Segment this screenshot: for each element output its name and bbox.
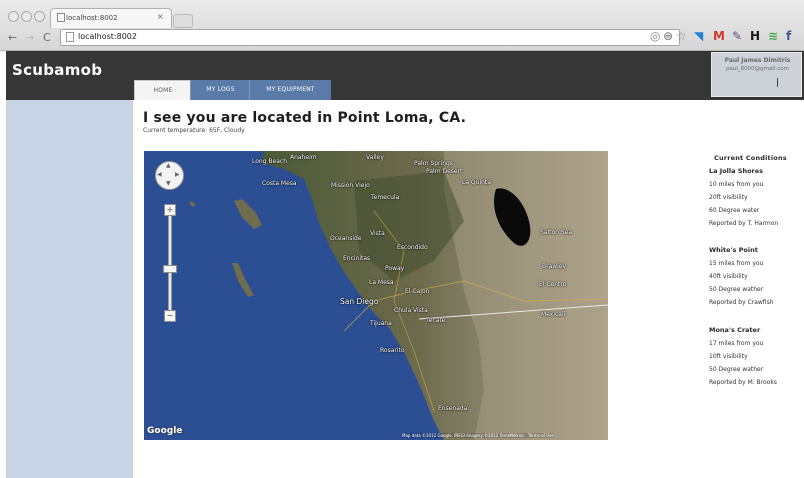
- dive-site-water-temp: 50 Degree wather: [709, 286, 764, 293]
- map-label: Chula Vista: [394, 307, 428, 314]
- google-logo: Google: [147, 426, 183, 436]
- close-window-icon[interactable]: [8, 11, 19, 22]
- map-label: Valley: [366, 154, 384, 161]
- dive-site-distance: 10 miles from you: [709, 181, 764, 188]
- dive-site-water-temp: 50 Degree wather: [709, 366, 764, 373]
- reload-icon[interactable]: C: [43, 31, 51, 44]
- h-icon[interactable]: H: [750, 29, 760, 43]
- tab-home[interactable]: HOME: [134, 80, 192, 101]
- map-label: Tijuana: [370, 320, 392, 327]
- map-label: Oceanside: [330, 235, 362, 242]
- dive-site-distance: 17 miles from you: [709, 340, 764, 347]
- dive-site-name[interactable]: La Jolla Shores: [709, 167, 763, 175]
- rss-icon[interactable]: ⊜: [663, 29, 673, 43]
- location-icon[interactable]: ◎: [650, 29, 660, 43]
- tab-my-logs[interactable]: MY LOGS: [190, 80, 250, 100]
- dive-site-visibility: 40ft visibility: [709, 273, 748, 280]
- pan-down-icon[interactable]: ▼: [166, 180, 171, 187]
- zoom-slider[interactable]: [168, 210, 172, 316]
- tab-close-icon[interactable]: ×: [157, 12, 164, 21]
- map-attribution[interactable]: Map data ©2012 Google, INEGI Imagery ©20…: [402, 433, 554, 438]
- map-label: Encinitas: [343, 255, 371, 262]
- dive-site-visibility: 10ft visibility: [709, 353, 748, 360]
- dive-site-distance: 15 miles from you: [709, 260, 764, 267]
- map-label: Escondido: [397, 244, 428, 251]
- zoom-out-button[interactable]: −: [164, 310, 176, 322]
- browser-tab-title: localhost:8002: [66, 14, 118, 22]
- forward-arrow-icon[interactable]: →: [25, 31, 34, 44]
- wifi-icon[interactable]: ≋: [768, 29, 778, 43]
- dive-site-name[interactable]: White's Point: [709, 246, 758, 254]
- current-temperature: Current temperature: 65F, Cloudy: [143, 127, 245, 134]
- sidebar: [6, 100, 133, 478]
- zoom-slider-thumb[interactable]: [163, 265, 177, 273]
- map-label: Mexicali: [541, 311, 566, 318]
- back-arrow-icon[interactable]: ←: [8, 31, 17, 44]
- pan-up-icon[interactable]: ▲: [166, 162, 171, 169]
- dive-site-reporter: Reported by M. Brooks: [709, 379, 777, 386]
- map-label: La Mesa: [369, 279, 394, 286]
- pan-right-icon[interactable]: ▶: [175, 171, 180, 178]
- map-label: Brawley: [542, 263, 567, 270]
- dive-site-visibility: 20ft visibility: [709, 194, 748, 201]
- map-label: Rosarito: [380, 347, 405, 354]
- conditions-title: Current Conditions: [714, 154, 787, 162]
- site-header: [6, 51, 804, 100]
- page-icon: [57, 13, 65, 22]
- map[interactable]: Long Beach Anaheim Valley Palm Desert Pa…: [144, 151, 608, 440]
- map-label: Salton Sea: [540, 229, 573, 236]
- dive-site-water-temp: 60 Degree water: [709, 207, 760, 214]
- zoom-in-button[interactable]: +: [164, 204, 176, 216]
- site-logo[interactable]: Scubamob: [12, 61, 102, 79]
- map-label: Palm Springs: [414, 160, 453, 167]
- star-icon[interactable]: ☆: [676, 29, 687, 43]
- user-email: paul_8000@gmail.com: [726, 66, 789, 72]
- dive-site-name[interactable]: Mona's Crater: [709, 326, 760, 334]
- map-label: El Centro: [539, 281, 567, 288]
- user-menu-caret-icon[interactable]: [777, 78, 778, 87]
- map-label: El Cajon: [405, 288, 430, 295]
- new-tab-button[interactable]: [173, 14, 193, 28]
- map-label: Poway: [385, 265, 405, 272]
- extension-icon[interactable]: ◥: [694, 29, 703, 43]
- address-bar-url[interactable]: localhost:8002: [78, 32, 137, 41]
- map-label: Ensenada: [438, 405, 468, 412]
- map-label: Palm Desert: [426, 168, 463, 175]
- tab-my-equipment-label: MY EQUIPMENT: [266, 86, 315, 93]
- gmail-icon[interactable]: M: [713, 29, 725, 43]
- minimize-window-icon[interactable]: [21, 11, 32, 22]
- map-label: La Quinta: [462, 179, 491, 186]
- map-label: Anaheim: [290, 154, 317, 161]
- map-label: Temecula: [371, 194, 400, 201]
- pan-left-icon[interactable]: ◀: [157, 171, 162, 178]
- address-bar[interactable]: [60, 29, 680, 46]
- page-title: I see you are located in Point Loma, CA.: [143, 110, 467, 126]
- zoom-window-icon[interactable]: [34, 11, 45, 22]
- tab-home-label: HOME: [153, 87, 173, 94]
- map-label: Long Beach: [252, 158, 288, 165]
- pencil-icon[interactable]: ✎: [732, 29, 742, 43]
- map-label: San Diego: [340, 297, 379, 306]
- map-label: Costa Mesa: [262, 180, 297, 187]
- dive-site-reporter: Reported by Crawfish: [709, 299, 774, 306]
- dive-site-reporter: Reported by T. Harmon: [709, 220, 779, 227]
- tab-my-equipment[interactable]: MY EQUIPMENT: [249, 80, 331, 100]
- map-label: Mission Viejo: [331, 182, 370, 189]
- facebook-icon[interactable]: f: [786, 29, 791, 43]
- user-name: Paul James Dimitris: [724, 57, 791, 64]
- map-label: Vista: [370, 230, 385, 237]
- tab-my-logs-label: MY LOGS: [206, 86, 235, 93]
- page-icon: [66, 32, 74, 42]
- map-label: Tecate: [426, 317, 446, 324]
